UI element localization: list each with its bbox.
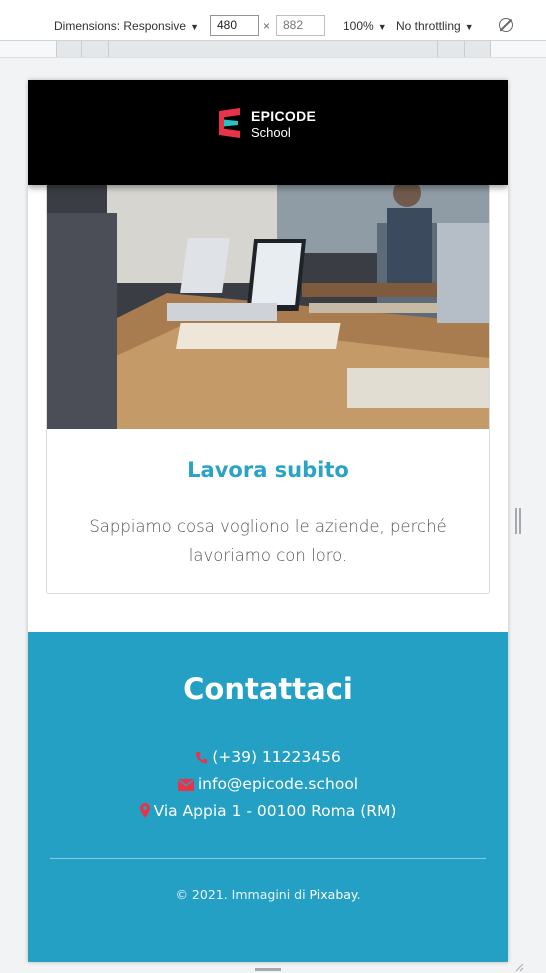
phone-icon bbox=[196, 751, 208, 764]
dimensions-label: Dimensions: Responsive bbox=[54, 19, 187, 33]
emulated-viewport: EPICODE School Lavora subito Sappiamo co… bbox=[28, 80, 508, 962]
phone-number[interactable]: (+39) 11223456 bbox=[212, 748, 341, 766]
width-input[interactable]: 480 bbox=[210, 15, 259, 36]
ruler-tick bbox=[464, 41, 465, 57]
card-title: Lavora subito bbox=[187, 458, 349, 482]
epicode-logo-icon bbox=[219, 108, 240, 138]
email-address[interactable]: info@epicode.school bbox=[198, 775, 358, 793]
height-input[interactable]: 882 bbox=[276, 15, 325, 36]
devtools-toolbar: Dimensions: Responsive ▼ 480 × 882 100% ▼ … bbox=[0, 0, 546, 41]
brand-name: EPICODE bbox=[251, 108, 317, 124]
resize-handle-right[interactable] bbox=[515, 508, 521, 534]
ruler-segment[interactable] bbox=[56, 41, 490, 57]
map-marker-icon bbox=[139, 803, 150, 818]
footer-divider bbox=[50, 858, 486, 859]
street-address: Via Appia 1 - 00100 Roma (RM) bbox=[153, 802, 397, 820]
copyright-suffix: . bbox=[356, 887, 361, 902]
contact-footer: Contattaci (+39) 11223456 info@epicode.s… bbox=[28, 632, 508, 962]
site-header: EPICODE School bbox=[28, 80, 508, 185]
ruler-tick bbox=[56, 41, 57, 57]
ruler-tick bbox=[437, 41, 438, 57]
throttle-dropdown[interactable]: No throttling ▼ bbox=[396, 19, 474, 34]
zoom-label: 100% bbox=[343, 19, 374, 33]
rotate-icon[interactable] bbox=[499, 18, 513, 32]
contact-address: Via Appia 1 - 00100 Roma (RM) bbox=[28, 802, 508, 820]
times-sign: × bbox=[263, 19, 271, 33]
envelope-icon bbox=[177, 779, 194, 791]
dimensions-dropdown[interactable]: Dimensions: Responsive ▼ bbox=[54, 19, 199, 34]
copyright-prefix: © 2021. Immagini di bbox=[175, 887, 310, 902]
ruler-tick bbox=[108, 41, 109, 57]
copyright: © 2021. Immagini di Pixabay. bbox=[28, 887, 508, 902]
zoom-dropdown[interactable]: 100% ▼ bbox=[343, 19, 387, 34]
feature-card: Lavora subito Sappiamo cosa vogliono le … bbox=[46, 172, 490, 594]
resize-handle-bottom[interactable] bbox=[255, 968, 281, 971]
team-meeting-photo bbox=[47, 173, 489, 429]
chevron-down-icon: ▼ bbox=[464, 22, 474, 32]
contact-phone: (+39) 11223456 bbox=[28, 748, 508, 766]
card-text: Sappiamo cosa vogliono le aziende, perch… bbox=[89, 517, 447, 565]
ruler-tick bbox=[490, 41, 491, 57]
resize-corner-icon[interactable] bbox=[514, 962, 524, 972]
ruler-tick bbox=[81, 41, 82, 57]
media-query-ruler[interactable] bbox=[0, 41, 546, 58]
pixabay-link[interactable]: Pixabay bbox=[310, 887, 357, 902]
chevron-down-icon: ▼ bbox=[377, 22, 387, 32]
contact-title: Contattaci bbox=[183, 672, 353, 706]
throttle-label: No throttling bbox=[396, 19, 461, 33]
chevron-down-icon: ▼ bbox=[190, 22, 199, 32]
brand-sub: School bbox=[251, 125, 291, 140]
contact-email: info@epicode.school bbox=[28, 775, 508, 793]
